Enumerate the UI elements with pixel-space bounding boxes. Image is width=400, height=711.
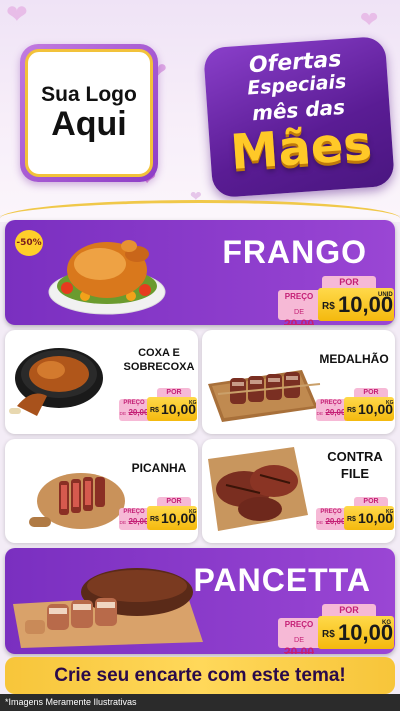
- create-flyer-button[interactable]: Crie seu encarte com este tema!: [5, 657, 395, 694]
- currency-label: R$: [347, 516, 356, 523]
- currency-label: R$: [150, 516, 159, 523]
- price-tag: POR PREÇO DE 20,00 R$ 10,00 KG: [119, 497, 197, 533]
- old-price: DE 20,00: [316, 408, 346, 417]
- roast-chicken-image: [48, 240, 166, 315]
- title-maes: Mães: [228, 115, 374, 181]
- product-card-contra-file[interactable]: CONTRA FILE POR PREÇO DE 20,00 R$ 10,00 …: [202, 439, 395, 543]
- unit-label: KG: [382, 620, 391, 626]
- price-tag: POR PREÇO DE 20,00 R$ 10,00 KG: [316, 388, 394, 424]
- logo-text-line2: Aqui: [51, 105, 127, 144]
- por-label: POR: [322, 604, 376, 616]
- currency-label: R$: [347, 407, 356, 414]
- de-label: DE: [119, 521, 127, 526]
- por-label: POR: [157, 497, 191, 506]
- price-tag: POR PREÇO DE 20,00 R$ 10,00 KG: [278, 604, 394, 654]
- unit-label: KG: [189, 400, 197, 406]
- old-price-value: 20,00: [283, 317, 315, 325]
- unit-label: UNID: [378, 292, 393, 298]
- product-card-medalhao[interactable]: MEDALHÃO POR PREÇO DE 20,00 R$ 10,00 KG: [202, 330, 395, 434]
- por-label: POR: [354, 497, 388, 506]
- product-card-pancetta[interactable]: PANCETTA POR PREÇO DE 20,00 R$ 10,00 KG: [5, 548, 395, 654]
- old-price: DE 20,00: [278, 631, 320, 654]
- de-label: DE: [316, 412, 324, 417]
- preco-label: PREÇO: [284, 292, 314, 301]
- unit-label: KG: [386, 400, 394, 406]
- product-name: COXA E SOBRECOXA: [123, 347, 195, 374]
- discount-badge: -50%: [15, 230, 43, 256]
- preco-label: PREÇO: [123, 400, 145, 406]
- old-price-value: 20,00: [128, 408, 149, 417]
- por-label: POR: [322, 276, 376, 288]
- de-label: DE: [119, 412, 127, 417]
- logo-text-line1: Sua Logo: [41, 83, 137, 107]
- currency-label: R$: [322, 301, 335, 312]
- price-tag: POR PREÇO DE 20,00 R$ 10,00 KG: [119, 388, 197, 424]
- picanha-board-image: [29, 473, 125, 529]
- de-label: DE: [316, 521, 324, 526]
- old-price-value: 20,00: [128, 517, 149, 526]
- product-name: PICANHA: [131, 461, 187, 475]
- old-price: DE 20,00: [119, 408, 149, 417]
- old-price-value: 20,00: [325, 408, 346, 417]
- unit-label: KG: [189, 509, 197, 515]
- old-price: DE 20,00: [316, 517, 346, 526]
- currency-label: R$: [322, 629, 335, 640]
- logo-placeholder[interactable]: Sua Logo Aqui: [20, 44, 158, 182]
- preco-label: PREÇO: [123, 509, 145, 515]
- de-label: DE: [294, 307, 304, 316]
- chicken-legs-image: [9, 348, 103, 416]
- contra-file-board-image: [208, 447, 308, 531]
- price-tag: POR PREÇO DE 20,00 R$ 10,00 UNID: [278, 276, 394, 325]
- preco-label: PREÇO: [320, 400, 342, 406]
- pancetta-board-image: [13, 568, 203, 648]
- old-price: DE 20,00: [278, 303, 320, 325]
- product-name: MEDALHÃO: [319, 352, 389, 366]
- price-tag: POR PREÇO DE 20,00 R$ 10,00 KG: [316, 497, 394, 533]
- campaign-title-badge: Ofertas Especiais mês das Mães: [202, 35, 396, 199]
- de-label: DE: [294, 635, 304, 644]
- product-card-picanha[interactable]: PICANHA POR PREÇO DE 20,00 R$ 10,00 KG: [5, 439, 198, 543]
- product-card-frango[interactable]: -50% FRANGO POR PREÇO DE 20,00 R$ 10,00 …: [5, 220, 395, 325]
- por-label: POR: [157, 388, 191, 397]
- product-name: CONTRA FILE: [327, 449, 383, 481]
- medalhao-skewers-image: [208, 370, 321, 422]
- old-price: DE 20,00: [119, 517, 149, 526]
- product-name: PANCETTA: [193, 562, 371, 598]
- heart-icon: ❤: [360, 8, 379, 33]
- preco-label: PREÇO: [284, 620, 314, 629]
- disclaimer-text: *Imagens Meramente Ilustrativas: [0, 694, 400, 711]
- header-banner: ❤ ❤ ❤ ❤ ❤ Sua Logo Aqui Ofertas Especiai…: [0, 0, 400, 215]
- heart-icon: ❤: [6, 0, 28, 30]
- product-name: FRANGO: [222, 234, 367, 270]
- preco-label: PREÇO: [320, 509, 342, 515]
- por-label: POR: [354, 388, 388, 397]
- product-card-coxa[interactable]: COXA E SOBRECOXA POR PREÇO DE 20,00 R$ 1…: [5, 330, 198, 434]
- unit-label: KG: [386, 509, 394, 515]
- old-price-value: 20,00: [325, 517, 346, 526]
- currency-label: R$: [150, 407, 159, 414]
- old-price-value: 20,00: [283, 645, 315, 654]
